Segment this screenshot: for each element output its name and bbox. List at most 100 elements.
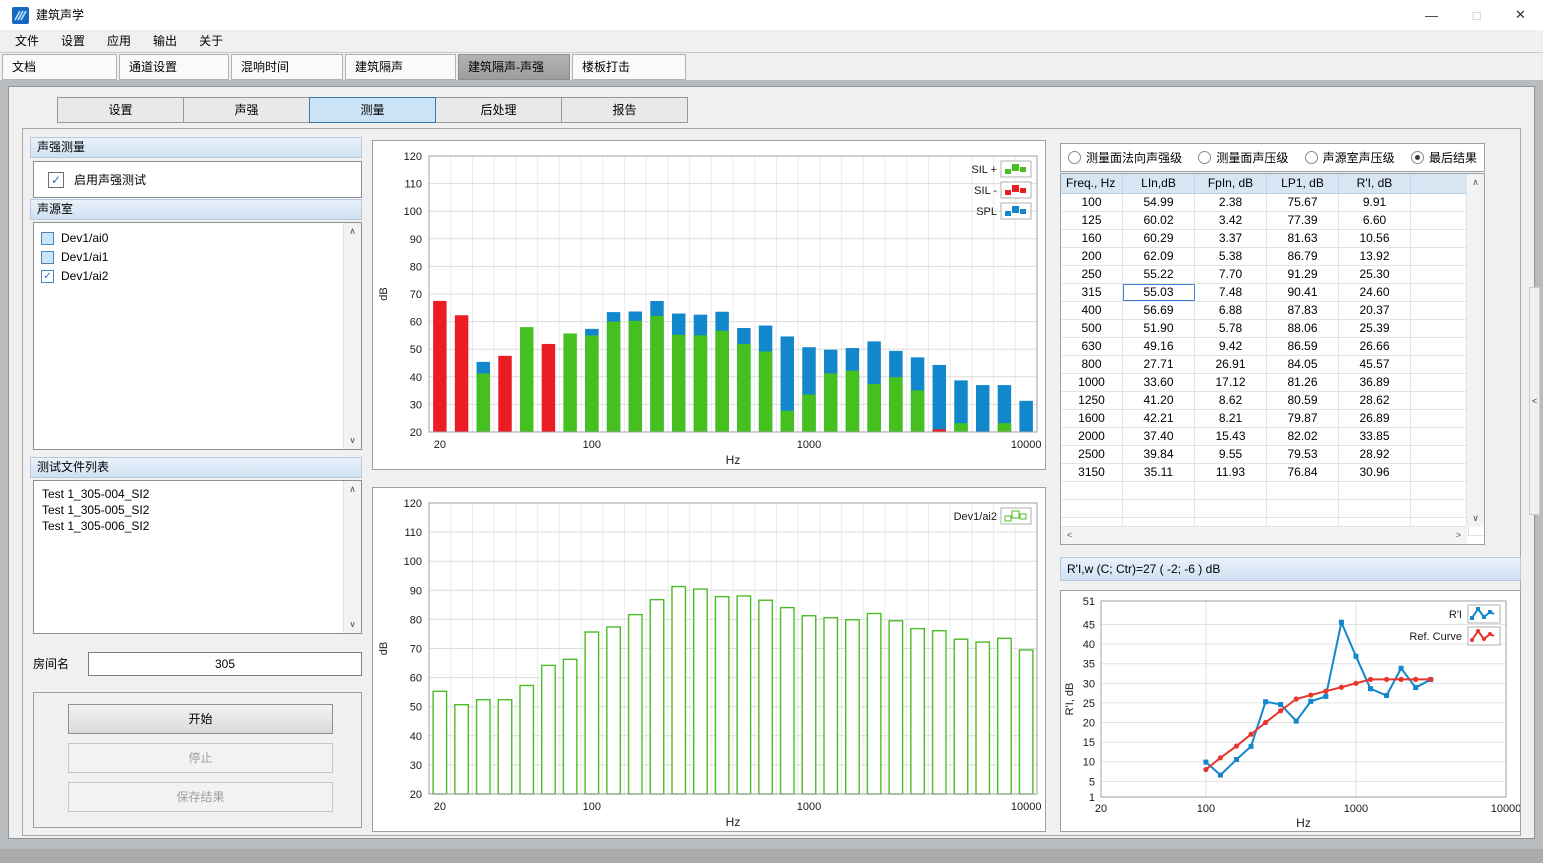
table-cell[interactable]: [1339, 500, 1411, 517]
table-cell[interactable]: [1411, 500, 1469, 517]
table-cell[interactable]: [1411, 266, 1469, 283]
room-name-input[interactable]: [88, 652, 362, 676]
table-cell[interactable]: 25.39: [1339, 320, 1411, 337]
table-cell[interactable]: 630: [1061, 338, 1123, 355]
sub-tab-后处理[interactable]: 后处理: [435, 97, 562, 123]
table-cell[interactable]: 7.70: [1195, 266, 1267, 283]
table-cell[interactable]: 79.53: [1267, 446, 1339, 463]
table-cell[interactable]: 11.93: [1195, 464, 1267, 481]
table-cell[interactable]: 8.21: [1195, 410, 1267, 427]
table-cell[interactable]: 13.92: [1339, 248, 1411, 265]
table-cell[interactable]: 2000: [1061, 428, 1123, 445]
table-cell[interactable]: 500: [1061, 320, 1123, 337]
table-cell[interactable]: 100: [1061, 194, 1123, 211]
save-results-button[interactable]: 保存结果: [68, 782, 333, 812]
table-cell[interactable]: 9.55: [1195, 446, 1267, 463]
minimize-button[interactable]: —: [1409, 0, 1454, 30]
table-cell[interactable]: 125: [1061, 212, 1123, 229]
stop-button[interactable]: 停止: [68, 743, 333, 773]
table-cell[interactable]: 25.30: [1339, 266, 1411, 283]
scroll-up-icon[interactable]: ∧: [344, 223, 361, 240]
table-cell[interactable]: 160: [1061, 230, 1123, 247]
sub-tab-报告[interactable]: 报告: [561, 97, 688, 123]
table-cell[interactable]: 1000: [1061, 374, 1123, 391]
start-button[interactable]: 开始: [68, 704, 333, 734]
table-cell[interactable]: 91.29: [1267, 266, 1339, 283]
table-cell[interactable]: 35.11: [1123, 464, 1195, 481]
table-cell[interactable]: [1411, 230, 1469, 247]
scroll-up-icon[interactable]: ∧: [1467, 174, 1484, 191]
table-cell[interactable]: 5.38: [1195, 248, 1267, 265]
main-tab-文档[interactable]: 文档: [2, 54, 117, 80]
table-cell[interactable]: 41.20: [1123, 392, 1195, 409]
table-cell[interactable]: 24.60: [1339, 284, 1411, 301]
table-cell[interactable]: 36.89: [1339, 374, 1411, 391]
table-cell[interactable]: 77.39: [1267, 212, 1339, 229]
table-vscrollbar[interactable]: ∧ ∨: [1466, 174, 1484, 527]
table-cell[interactable]: 315: [1061, 284, 1123, 301]
sub-tab-测量[interactable]: 测量: [309, 97, 436, 123]
main-tab-通道设置[interactable]: 通道设置: [119, 54, 229, 80]
menu-item-输出[interactable]: 输出: [142, 30, 188, 52]
table-cell[interactable]: [1411, 356, 1469, 373]
table-cell[interactable]: [1411, 284, 1469, 301]
table-cell[interactable]: [1411, 338, 1469, 355]
table-cell[interactable]: 28.62: [1339, 392, 1411, 409]
menu-item-设置[interactable]: 设置: [50, 30, 96, 52]
table-cell[interactable]: 17.12: [1195, 374, 1267, 391]
table-cell[interactable]: 81.63: [1267, 230, 1339, 247]
table-cell[interactable]: 54.99: [1123, 194, 1195, 211]
main-tab-建筑隔声[interactable]: 建筑隔声: [345, 54, 456, 80]
table-cell[interactable]: 86.59: [1267, 338, 1339, 355]
table-cell[interactable]: 42.21: [1123, 410, 1195, 427]
table-cell[interactable]: 20.37: [1339, 302, 1411, 319]
table-cell[interactable]: 81.26: [1267, 374, 1339, 391]
channel-checkbox[interactable]: ✓: [41, 270, 54, 283]
test-file-item[interactable]: Test 1_305-006_SI2: [34, 518, 361, 534]
menu-item-关于[interactable]: 关于: [188, 30, 234, 52]
table-cell[interactable]: 1600: [1061, 410, 1123, 427]
channel-checkbox[interactable]: [41, 251, 54, 264]
table-cell[interactable]: 6.88: [1195, 302, 1267, 319]
sub-tab-设置[interactable]: 设置: [57, 97, 184, 123]
scroll-left-icon[interactable]: <: [1061, 527, 1078, 544]
source-room-item-Dev1/ai0[interactable]: Dev1/ai0: [34, 229, 361, 248]
table-cell[interactable]: [1123, 482, 1195, 499]
table-cell[interactable]: 82.02: [1267, 428, 1339, 445]
table-cell[interactable]: [1061, 500, 1123, 517]
table-cell[interactable]: 26.66: [1339, 338, 1411, 355]
table-cell[interactable]: 33.60: [1123, 374, 1195, 391]
table-cell[interactable]: 60.29: [1123, 230, 1195, 247]
table-cell[interactable]: 88.06: [1267, 320, 1339, 337]
table-cell[interactable]: [1195, 500, 1267, 517]
close-button[interactable]: ✕: [1498, 0, 1543, 30]
table-cell[interactable]: 87.83: [1267, 302, 1339, 319]
table-cell[interactable]: 26.89: [1339, 410, 1411, 427]
channel-checkbox[interactable]: [41, 232, 54, 245]
table-cell[interactable]: [1411, 392, 1469, 409]
table-cell[interactable]: [1411, 302, 1469, 319]
table-cell[interactable]: 90.41: [1267, 284, 1339, 301]
table-cell[interactable]: 8.62: [1195, 392, 1267, 409]
scroll-down-icon[interactable]: ∨: [1467, 510, 1484, 527]
table-cell[interactable]: [1411, 410, 1469, 427]
table-cell[interactable]: 3.42: [1195, 212, 1267, 229]
table-cell[interactable]: [1411, 320, 1469, 337]
table-cell[interactable]: 2.38: [1195, 194, 1267, 211]
scroll-right-icon[interactable]: >: [1450, 527, 1467, 544]
table-cell[interactable]: 33.85: [1339, 428, 1411, 445]
table-cell[interactable]: 250: [1061, 266, 1123, 283]
main-tab-楼板打击[interactable]: 楼板打击: [572, 54, 686, 80]
table-cell[interactable]: [1411, 248, 1469, 265]
table-cell[interactable]: 3.37: [1195, 230, 1267, 247]
table-cell[interactable]: 10.56: [1339, 230, 1411, 247]
radio-option-测量面法向声强级[interactable]: 测量面法向声强级: [1068, 149, 1182, 166]
table-cell[interactable]: 49.16: [1123, 338, 1195, 355]
table-cell[interactable]: 28.92: [1339, 446, 1411, 463]
table-cell[interactable]: 27.71: [1123, 356, 1195, 373]
table-cell[interactable]: 15.43: [1195, 428, 1267, 445]
table-cell[interactable]: 62.09: [1123, 248, 1195, 265]
table-cell[interactable]: [1195, 482, 1267, 499]
table-cell[interactable]: 51.90: [1123, 320, 1195, 337]
table-cell[interactable]: [1411, 212, 1469, 229]
